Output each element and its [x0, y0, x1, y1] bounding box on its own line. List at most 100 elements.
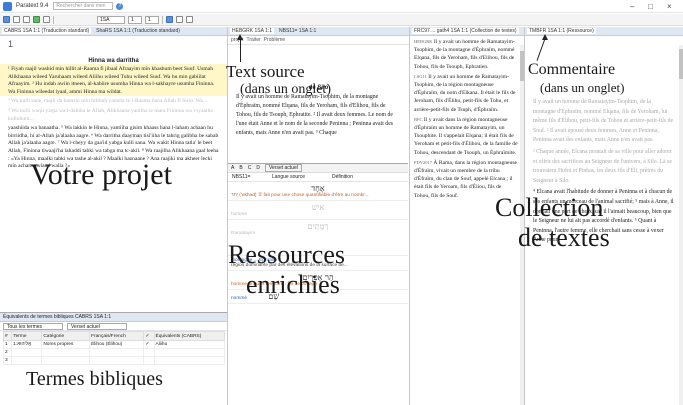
label-commentaire: Commentaire: [528, 61, 616, 78]
collection-text: Il y avait dans la région montagneuse d'…: [414, 116, 518, 156]
biblical-terms-table: # Terme Catégorie Français/French ✓ Équi…: [2, 331, 225, 365]
definition: nommé: [231, 296, 247, 301]
cell: 1: [2, 340, 13, 349]
column-header[interactable]: Catégorie: [41, 331, 91, 341]
maximize-button[interactable]: □: [648, 2, 653, 11]
source-paragraph[interactable]: Il y avait un homme de Ramatayim-Tsophim…: [228, 91, 409, 138]
tab-collection[interactable]: FRC97 ... gath4 1SA 1:1 (Collection de t…: [412, 28, 519, 34]
cell: Élihou (Élihou): [89, 340, 145, 349]
cell: 2: [2, 348, 13, 357]
verse-select[interactable]: Verset actuel: [264, 164, 302, 172]
column-header[interactable]: Équivalents (CABRS): [153, 331, 225, 341]
table-header: # Terme Catégorie Français/French ✓ Équi…: [2, 331, 225, 341]
resources-header: NBS11= Langue source Définition: [228, 173, 408, 182]
column-header[interactable]: #: [2, 331, 13, 341]
cell: [143, 356, 155, 365]
column-header[interactable]: ✓: [143, 331, 155, 341]
cell: [153, 356, 225, 365]
scrollbar-thumb[interactable]: [679, 49, 683, 79]
book-selector[interactable]: 1SA: [97, 15, 125, 24]
version-label: HEBGRK: [414, 39, 433, 44]
column-header[interactable]: Définition: [328, 174, 353, 180]
label-commentaire-sub: (dans un onglet): [540, 80, 625, 95]
commentary-pane-tabs: TMBFR 1SA 1:1 (Ressource): [525, 27, 683, 36]
source-subbar: projet Traiter Problème: [228, 36, 409, 45]
cell: ✓: [143, 340, 155, 349]
paratext-logo-icon: [3, 1, 12, 11]
cell: [89, 356, 145, 365]
project-paragraph[interactable]: ³ Wa kulli sane, raajil da bamshi min hi…: [0, 96, 227, 106]
table-row[interactable]: 2: [2, 348, 225, 357]
biblical-terms-panel: Équivalents de termes bibliques CABRS 1S…: [0, 312, 227, 405]
window-icon[interactable]: [176, 16, 183, 23]
tab-source-2[interactable]: NBS11= 1SA 1:1: [277, 28, 318, 34]
cell: 1:אֱלִיהוּא: [11, 340, 43, 349]
commentary-paragraph[interactable]: ³ Chaque année, Elcana montait de sa vil…: [525, 146, 683, 186]
cell: [41, 348, 91, 357]
cell: Noms propres: [41, 340, 91, 349]
layout-icon[interactable]: [166, 16, 173, 23]
label-collection: Collection: [495, 193, 604, 222]
tab-project[interactable]: CABRS 1SA 1:1 (Traduction standard): [2, 28, 92, 34]
arrowhead-source: [237, 34, 243, 40]
toolbar-divider: [162, 15, 163, 24]
cell: [11, 356, 43, 365]
label-de-textes: de textes: [518, 223, 610, 252]
cell: [89, 348, 145, 357]
chapter-number: 1: [8, 39, 14, 49]
version-label: BFC: [414, 116, 423, 122]
table-row[interactable]: 3: [2, 356, 225, 365]
project-paragraph[interactable]: ¹ Fiyah raajil washid min hillit al-Raam…: [0, 64, 227, 97]
tab-project-2[interactable]: ShaRS 1SA 1:1 (Traduction standard): [94, 28, 182, 34]
definition: Ramatayim: [231, 231, 256, 236]
tools-icon[interactable]: [186, 16, 193, 23]
minimize-button[interactable]: –: [630, 2, 634, 11]
definition: יָחִד ('ekhad) ① fait pour une chose qua…: [231, 193, 369, 198]
resource-entry[interactable]: אִישׁ homme: [228, 201, 408, 220]
menu-icon[interactable]: [3, 16, 10, 23]
collection-pane-tabs: FRC97 ... gath4 1SA 1:1 (Collection de t…: [410, 27, 524, 36]
column-header[interactable]: Langue source: [268, 174, 328, 180]
arrowhead-commentaire: [542, 34, 548, 40]
verse-filter-select[interactable]: Verset actuel: [67, 322, 127, 330]
collection-entry[interactable]: BFC Il y avait dans la région montagneus…: [410, 114, 524, 157]
res-tab[interactable]: D: [256, 165, 260, 171]
column-header[interactable]: Français/French: [89, 331, 145, 341]
cell: [143, 348, 155, 357]
label-ressources: Ressources: [228, 240, 345, 269]
close-button[interactable]: ×: [667, 2, 672, 11]
save-icon[interactable]: [43, 16, 50, 23]
terms-filter-select[interactable]: Tous les termes: [3, 322, 63, 330]
res-tab[interactable]: C: [248, 165, 252, 171]
project-paragraph[interactable]: ⁴ Wa kulli waqit yaqta wa l-dabiha le Al…: [0, 106, 227, 123]
probleme-button[interactable]: Problème: [264, 37, 285, 43]
toolbar-divider: [53, 15, 54, 24]
arrow-source: [240, 40, 241, 62]
column-header[interactable]: Terme: [11, 331, 43, 341]
sync-icon[interactable]: [33, 16, 40, 23]
tab-commentary[interactable]: TMBFR 1SA 1:1 (Ressource): [527, 28, 596, 34]
app-title: Paratext 9.4: [16, 3, 49, 9]
collection-entry[interactable]: HEBGRK Il y avait un homme de Ramatayim-…: [410, 36, 524, 71]
resource-entry[interactable]: אֶחָד יָחִד ('ekhad) ① fait pour une cho…: [228, 182, 408, 201]
collection-entry[interactable]: LSG11 Il y avait un homme de Ramatayim-T…: [410, 71, 524, 114]
scrollbar[interactable]: [679, 45, 683, 405]
help-icon[interactable]: ?: [116, 2, 124, 10]
version-label: LSG11: [414, 73, 427, 79]
project-pane-tabs: CABRS 1SA 1:1 (Traduction standard) ShaR…: [0, 27, 227, 36]
traiter-button[interactable]: Traiter: [247, 37, 261, 43]
cell: [11, 348, 43, 357]
column-header[interactable]: NBS11=: [228, 174, 268, 180]
label-termes-bibliques: Termes bibliques: [26, 368, 163, 390]
back-icon[interactable]: [13, 16, 20, 23]
res-tab[interactable]: B: [239, 165, 242, 171]
table-row[interactable]: 1 1:אֱלִיהוּא Noms propres Élihou (Éliho…: [2, 340, 225, 349]
forward-icon[interactable]: [23, 16, 30, 23]
title-bar: Paratext 9.4 Rechercher dans men ? – □ ×: [0, 0, 683, 13]
cell: Aliihu: [153, 340, 225, 349]
hebrew-word: רָמָתַיִם: [307, 222, 329, 231]
res-tab[interactable]: A: [231, 165, 234, 171]
verse-selector[interactable]: 1: [145, 15, 159, 24]
chapter-selector[interactable]: 1: [128, 15, 142, 24]
search-input[interactable]: Rechercher dans men: [53, 2, 114, 10]
